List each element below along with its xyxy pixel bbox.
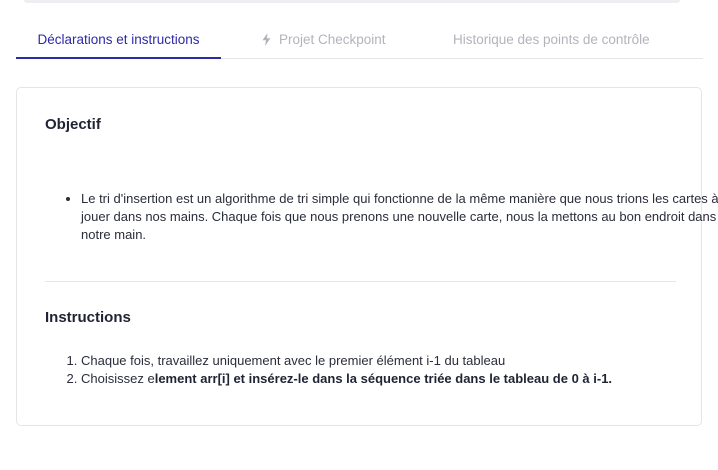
objective-bullet: Le tri d'insertion est un algorithme de … [81,190,718,244]
instruction-prefix: Choisissez e [81,371,155,386]
instruction-item: Choisissez element arr[i] et insérez-le … [81,370,718,388]
top-edge-rule [24,0,680,3]
tab-label: Historique des points de contrôle [453,32,650,47]
tab-projet-checkpoint[interactable]: Projet Checkpoint [262,21,386,58]
instruction-text: Chaque fois, travaillez uniquement avec … [81,353,506,368]
tab-bar: Déclarations et instructions Projet Chec… [16,21,703,59]
tab-historique-points-controle[interactable]: Historique des points de contrôle [453,21,650,58]
content-card: Objectif Le tri d'insertion est un algor… [16,87,718,426]
tab-declarations-instructions[interactable]: Déclarations et instructions [16,21,221,59]
instructions-heading: Instructions [45,309,131,326]
tab-label: Déclarations et instructions [37,32,200,47]
lightning-bolt-icon [262,23,271,60]
tab-label: Projet Checkpoint [279,32,386,47]
objective-heading: Objectif [45,116,101,133]
objective-list: Le tri d'insertion est un algorithme de … [45,190,718,244]
section-divider [45,281,676,282]
instructions-list: Chaque fois, travaillez uniquement avec … [45,352,718,388]
instruction-item: Chaque fois, travaillez uniquement avec … [81,352,718,370]
instruction-bold-text: lement arr[i] et insérez-le dans la séqu… [154,371,613,386]
